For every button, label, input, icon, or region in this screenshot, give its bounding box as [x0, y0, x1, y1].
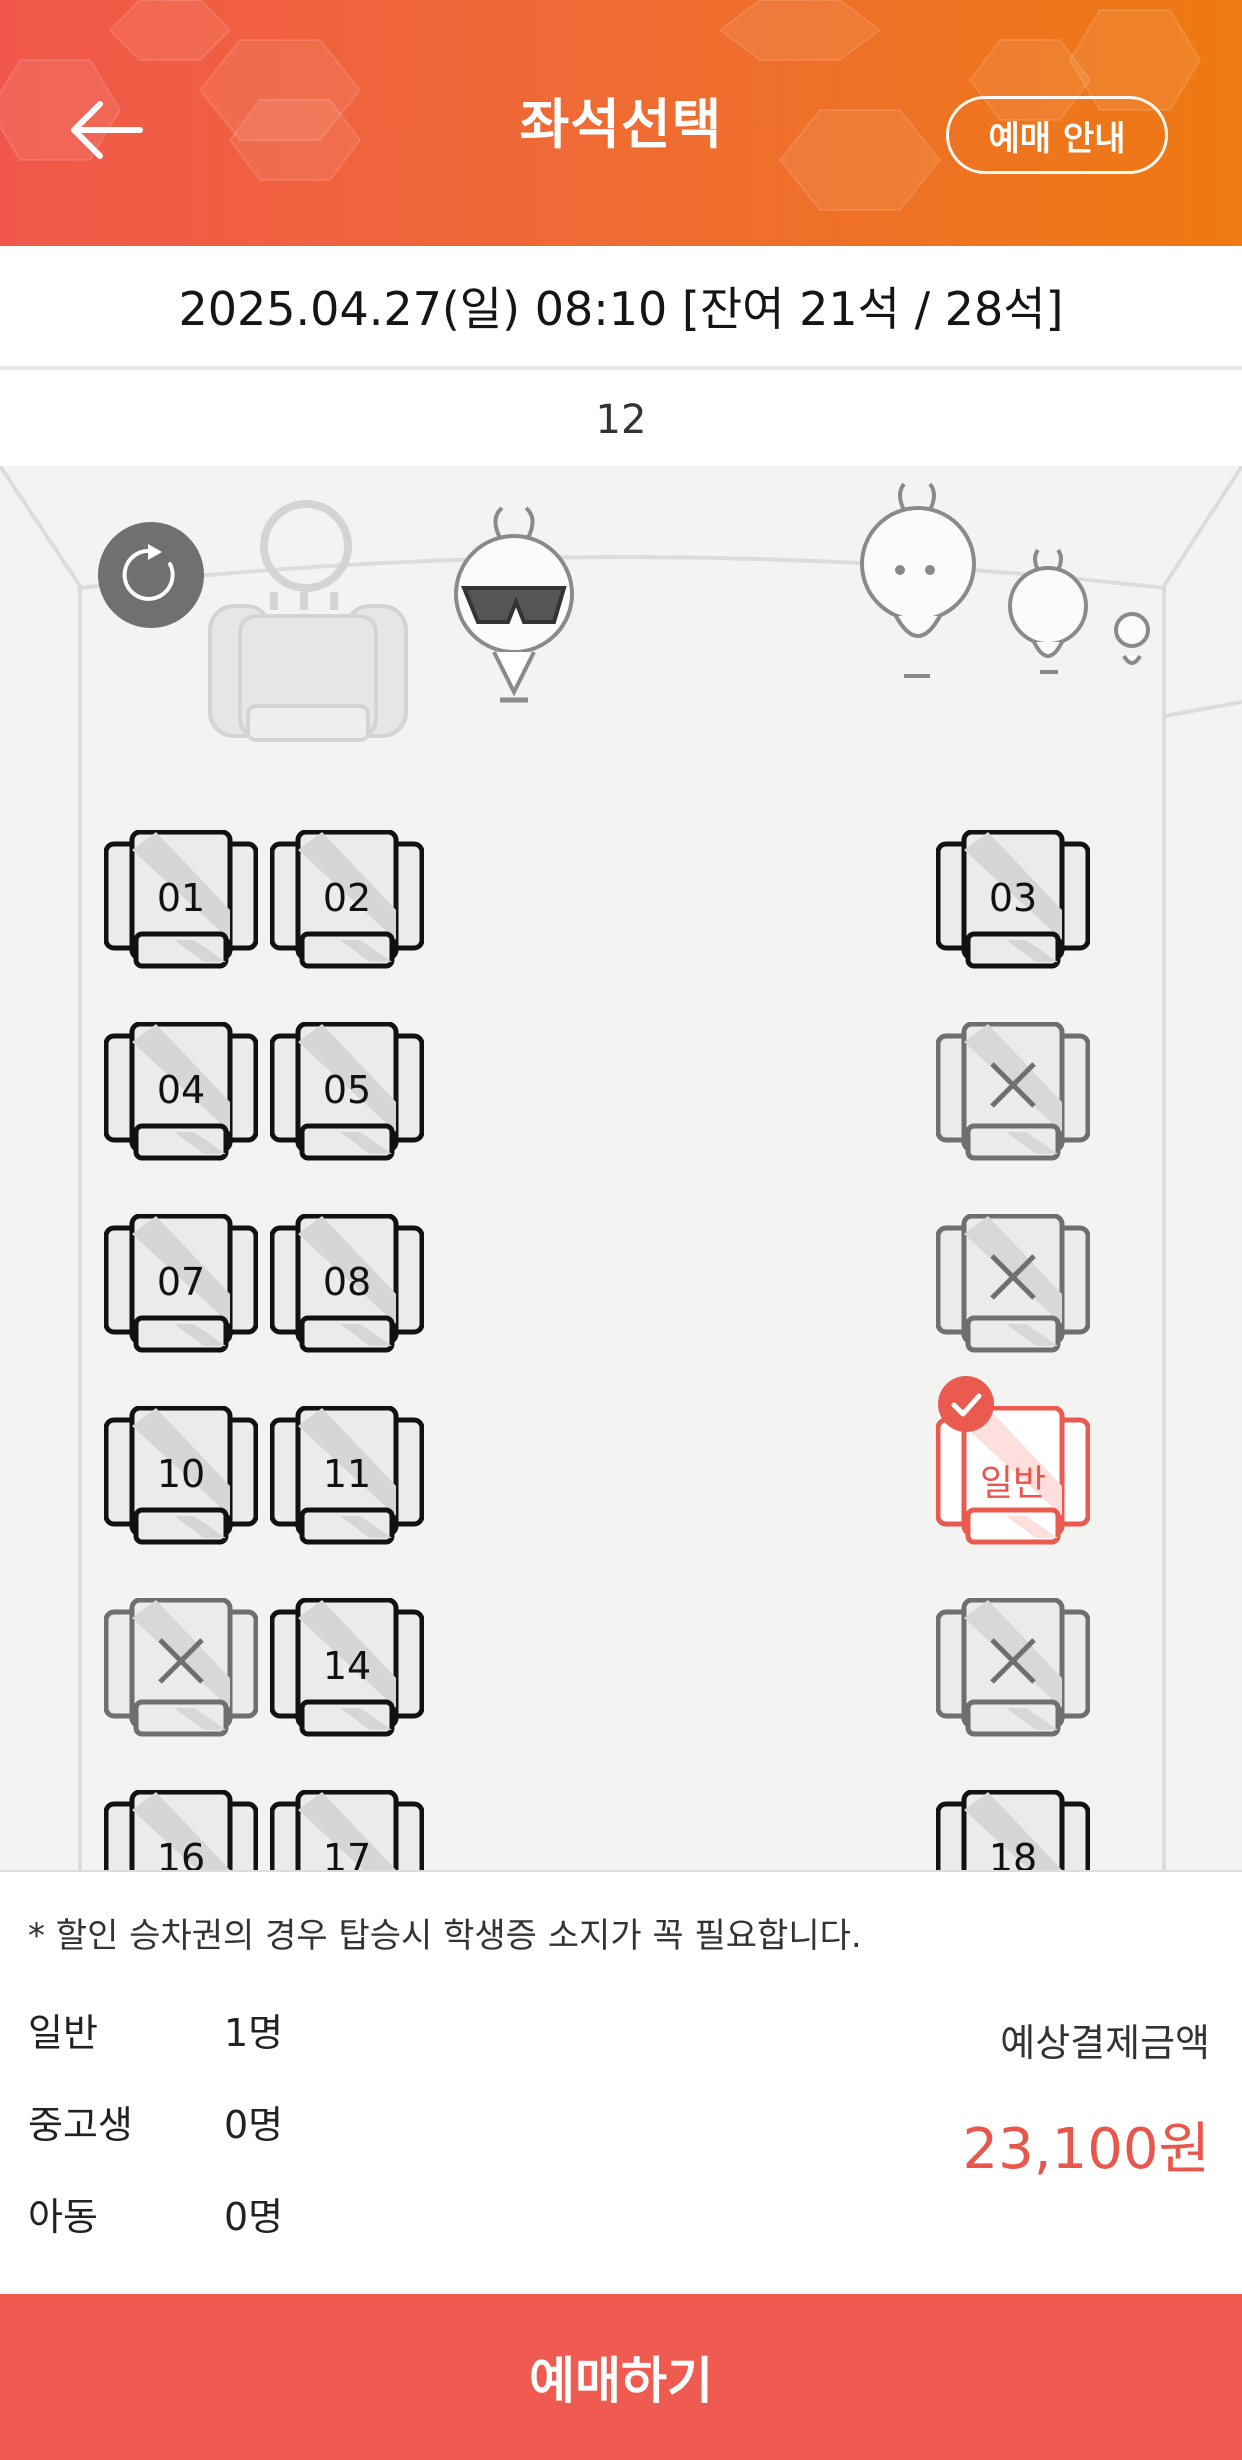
seat-map: 01 02 03 04 05 07 08 10 11 일반 14 16 17 1… [0, 466, 1242, 1870]
seat[interactable]: 10 [104, 1406, 258, 1546]
seat-number: 01 [156, 876, 206, 920]
seat-number: 10 [156, 1452, 206, 1496]
count-row-adult: 일반 1명 [28, 2002, 283, 2057]
count-row-student: 중고생 0명 [28, 2094, 283, 2149]
seat-number: 16 [156, 1836, 206, 1870]
seat-unavailable [936, 1598, 1090, 1738]
estimated-price: 23,100원 [962, 2117, 1210, 2182]
count-value: 1명 [224, 2011, 284, 2055]
app-header: 좌석선택 예매 안내 [0, 0, 1242, 246]
book-button[interactable]: 예매하기 [0, 2294, 1242, 2460]
seat[interactable]: 11 [270, 1406, 424, 1546]
character-sunglasses-icon [454, 506, 574, 703]
seat-number: 17 [322, 1836, 372, 1870]
close-icon [990, 1062, 1036, 1108]
schedule-info: 2025.04.27(일) 08:10 [잔여 21석 / 28석] [0, 246, 1242, 370]
seat[interactable]: 04 [104, 1022, 258, 1162]
refresh-icon [122, 544, 175, 601]
seat-number: 08 [322, 1260, 372, 1304]
seat-number: 18 [988, 1836, 1038, 1870]
seat-number: 04 [156, 1068, 206, 1112]
seat[interactable]: 08 [270, 1214, 424, 1354]
seat-selected[interactable]: 일반 [936, 1376, 1090, 1546]
seat-number: 14 [322, 1644, 372, 1688]
seat-number: 11 [322, 1452, 372, 1496]
booking-guide-button[interactable]: 예매 안내 [946, 96, 1168, 174]
seat[interactable]: 01 [104, 830, 258, 970]
count-label: 아동 [28, 2195, 98, 2239]
seat[interactable]: 16 [104, 1790, 258, 1870]
driver-seat-icon [208, 500, 408, 742]
seat-number: 03 [988, 876, 1038, 920]
count-value: 0명 [224, 2103, 284, 2147]
booking-summary: * 할인 승차권의 경우 탑승시 학생증 소지가 꼭 필요합니다. 일반 1명 … [0, 1870, 1242, 2294]
seat-unavailable [936, 1022, 1090, 1162]
count-row-child: 아동 0명 [28, 2186, 283, 2241]
seat-number: 일반 [979, 1463, 1047, 1504]
seat-number: 02 [322, 876, 372, 920]
seat[interactable]: 05 [270, 1022, 424, 1162]
count-label: 일반 [28, 2011, 98, 2055]
seat[interactable]: 17 [270, 1790, 424, 1870]
count-label: 중고생 [28, 2103, 133, 2147]
seat-unavailable [104, 1598, 258, 1738]
seat-unavailable [936, 1214, 1090, 1354]
refresh-button[interactable] [98, 522, 204, 628]
check-icon [938, 1376, 994, 1432]
seat[interactable]: 03 [936, 830, 1090, 970]
seat-number: 05 [322, 1068, 372, 1112]
close-icon [990, 1638, 1036, 1684]
close-icon [158, 1638, 204, 1684]
seat[interactable]: 18 [936, 1790, 1090, 1870]
seat[interactable]: 07 [104, 1214, 258, 1354]
estimated-price-label: 예상결제금액 [1000, 2021, 1210, 2065]
seat-number: 07 [156, 1260, 206, 1304]
seat[interactable]: 02 [270, 830, 424, 970]
bus-number: 12 [595, 397, 647, 443]
count-value: 0명 [224, 2195, 284, 2239]
discount-notice: * 할인 승차권의 경우 탑승시 학생증 소지가 꼭 필요합니다. [28, 1916, 862, 1956]
close-icon [990, 1254, 1036, 1300]
seat[interactable]: 14 [270, 1598, 424, 1738]
